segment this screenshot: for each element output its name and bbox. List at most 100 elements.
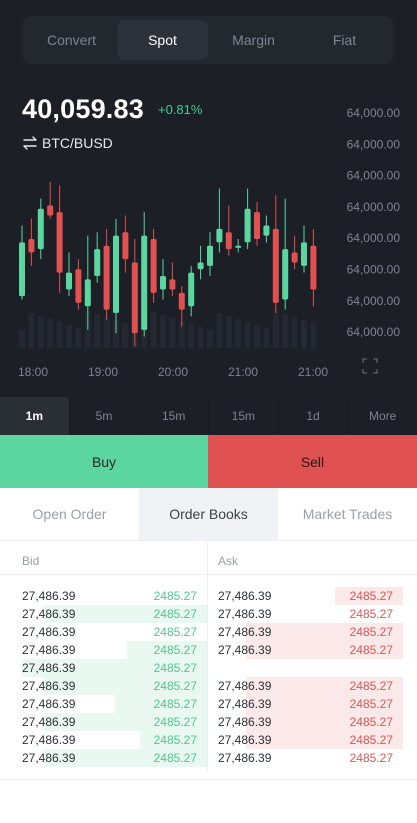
bid-quantity: 2485.27 — [153, 679, 197, 693]
candle — [160, 276, 166, 290]
bid-quantity: 2485.27 — [153, 715, 197, 729]
volume-bar — [263, 328, 270, 348]
volume-bar — [254, 325, 260, 348]
tab-order-books[interactable]: Order Books — [139, 488, 278, 540]
candle — [150, 239, 157, 293]
candle — [19, 242, 25, 297]
bid-price: 27,486.39 — [22, 661, 76, 675]
candle — [178, 292, 185, 310]
ask-row[interactable]: 27,486.39 2485.27 — [196, 695, 403, 713]
tab-market-trades[interactable]: Market Trades — [278, 488, 417, 540]
candle — [28, 239, 35, 253]
buy-button[interactable]: Buy — [0, 435, 208, 488]
ask-row[interactable]: 27,486.39 2485.27 — [196, 749, 403, 767]
timeframe-more[interactable]: More — [348, 397, 417, 435]
bid-row[interactable]: 27,486.39 2485.27 — [0, 641, 207, 659]
bid-quantity: 2485.27 — [153, 697, 197, 711]
y-tick-label: 64,000.00 — [347, 106, 401, 120]
volume-bar — [207, 330, 213, 348]
bid-row[interactable]: 27,486.39 2485.27 — [0, 587, 207, 605]
volume-bar — [94, 314, 101, 348]
bid-row[interactable]: 27,486.39 2485.27 — [0, 605, 207, 623]
candle — [235, 245, 242, 248]
chart-panel: Convert Spot Margin Fiat 40,059.83 +0.81… — [0, 0, 417, 435]
order-tabs: Open Order Order Books Market Trades — [0, 488, 417, 541]
candle — [207, 245, 213, 266]
timeframe-bar: 1m 5m 15m 15m 1d More — [0, 397, 417, 435]
candle — [37, 208, 44, 250]
ask-row[interactable]: 27,486.39 2485.27 — [196, 713, 403, 731]
candle — [84, 279, 91, 307]
bid-row[interactable]: 27,486.39 2485.27 — [0, 713, 207, 731]
candle — [56, 212, 63, 273]
bid-price: 27,486.39 — [22, 607, 76, 621]
ask-quantity: 2485.27 — [349, 589, 393, 603]
candle — [244, 208, 251, 243]
ask-row[interactable]: 27,486.39 2485.27 — [196, 605, 403, 623]
candlestick-chart[interactable]: 64,000.00 64,000.00 64,000.00 64,000.00 64,0… — [0, 90, 417, 390]
bid-price: 27,486.39 — [22, 625, 76, 639]
timeframe-1d[interactable]: 1d — [279, 397, 349, 435]
ask-quantity: 2485.27 — [349, 751, 393, 765]
candle — [216, 228, 223, 243]
volume-bar — [301, 320, 307, 348]
y-tick-label: 64,000.00 — [347, 137, 401, 151]
tab-margin[interactable]: Margin — [208, 20, 299, 60]
candle — [310, 245, 317, 290]
ask-quantity: 2485.27 — [349, 697, 393, 711]
volume-bar — [28, 313, 35, 348]
tab-spot[interactable]: Spot — [117, 20, 208, 60]
y-tick-label: 64,000.00 — [347, 294, 401, 308]
candle — [75, 269, 82, 303]
volume-bar — [66, 325, 72, 348]
bid-row[interactable]: 27,486.39 2485.27 — [0, 623, 207, 641]
market-type-selector: Convert Spot Margin Fiat — [22, 16, 394, 64]
bid-price: 27,486.39 — [22, 679, 76, 693]
timeframe-15m[interactable]: 15m — [139, 397, 210, 435]
y-tick-label: 64,000.00 — [347, 200, 401, 214]
sell-button[interactable]: Sell — [208, 435, 417, 488]
bid-row[interactable]: 27,486.39 2485.27 — [0, 749, 207, 767]
candle — [225, 232, 232, 250]
ask-price: 27,486.39 — [218, 643, 272, 657]
bid-row[interactable]: 27,486.39 2485.27 — [0, 677, 207, 695]
ask-price: 27,486.39 — [218, 733, 272, 747]
ask-row[interactable]: 27,486.39 2485.27 — [196, 623, 403, 641]
bid-row[interactable]: 27,486.39 2485.27 — [0, 695, 207, 713]
candle — [131, 262, 138, 334]
tab-convert[interactable]: Convert — [26, 20, 117, 60]
bid-price: 27,486.39 — [22, 733, 76, 747]
ask-quantity: 2485.27 — [349, 625, 393, 639]
ask-price: 27,486.39 — [218, 679, 272, 693]
volume-bar — [47, 319, 54, 348]
timeframe-15m-2[interactable]: 15m — [209, 397, 279, 435]
divider — [0, 779, 417, 780]
bid-row[interactable]: 27,486.39 2485.27 — [0, 659, 207, 677]
y-tick-label: 64,000.00 — [347, 231, 401, 245]
tab-open-order[interactable]: Open Order — [0, 488, 139, 540]
ask-quantity: 2485.27 — [349, 643, 393, 657]
volume-bar — [56, 322, 63, 348]
candle — [169, 279, 176, 290]
fullscreen-icon[interactable] — [362, 358, 378, 374]
volume-bar — [235, 319, 242, 348]
timeframe-5m[interactable]: 5m — [70, 397, 140, 435]
ask-price: 27,486.39 — [218, 589, 272, 603]
ask-row[interactable]: 27,486.39 2485.27 — [196, 587, 403, 605]
timeframe-1m[interactable]: 1m — [0, 397, 70, 435]
candle — [282, 249, 289, 300]
candle — [291, 252, 298, 263]
bid-row[interactable]: 27,486.39 2485.27 — [0, 731, 207, 749]
volume-bar — [169, 318, 176, 348]
volume-bar — [225, 316, 232, 348]
volume-bar — [122, 323, 129, 348]
tab-fiat[interactable]: Fiat — [299, 20, 390, 60]
bid-quantity: 2485.27 — [153, 661, 197, 675]
y-tick-label: 64,000.00 — [347, 169, 401, 183]
volume-bar — [19, 330, 25, 348]
ask-row[interactable]: 27,486.39 2485.27 — [196, 731, 403, 749]
ask-row[interactable]: 27,486.39 2485.27 — [196, 641, 403, 659]
volume-bar — [282, 314, 289, 348]
ask-row[interactable]: 27,486.39 2485.27 — [196, 677, 403, 695]
ask-price: 27,486.39 — [218, 607, 272, 621]
